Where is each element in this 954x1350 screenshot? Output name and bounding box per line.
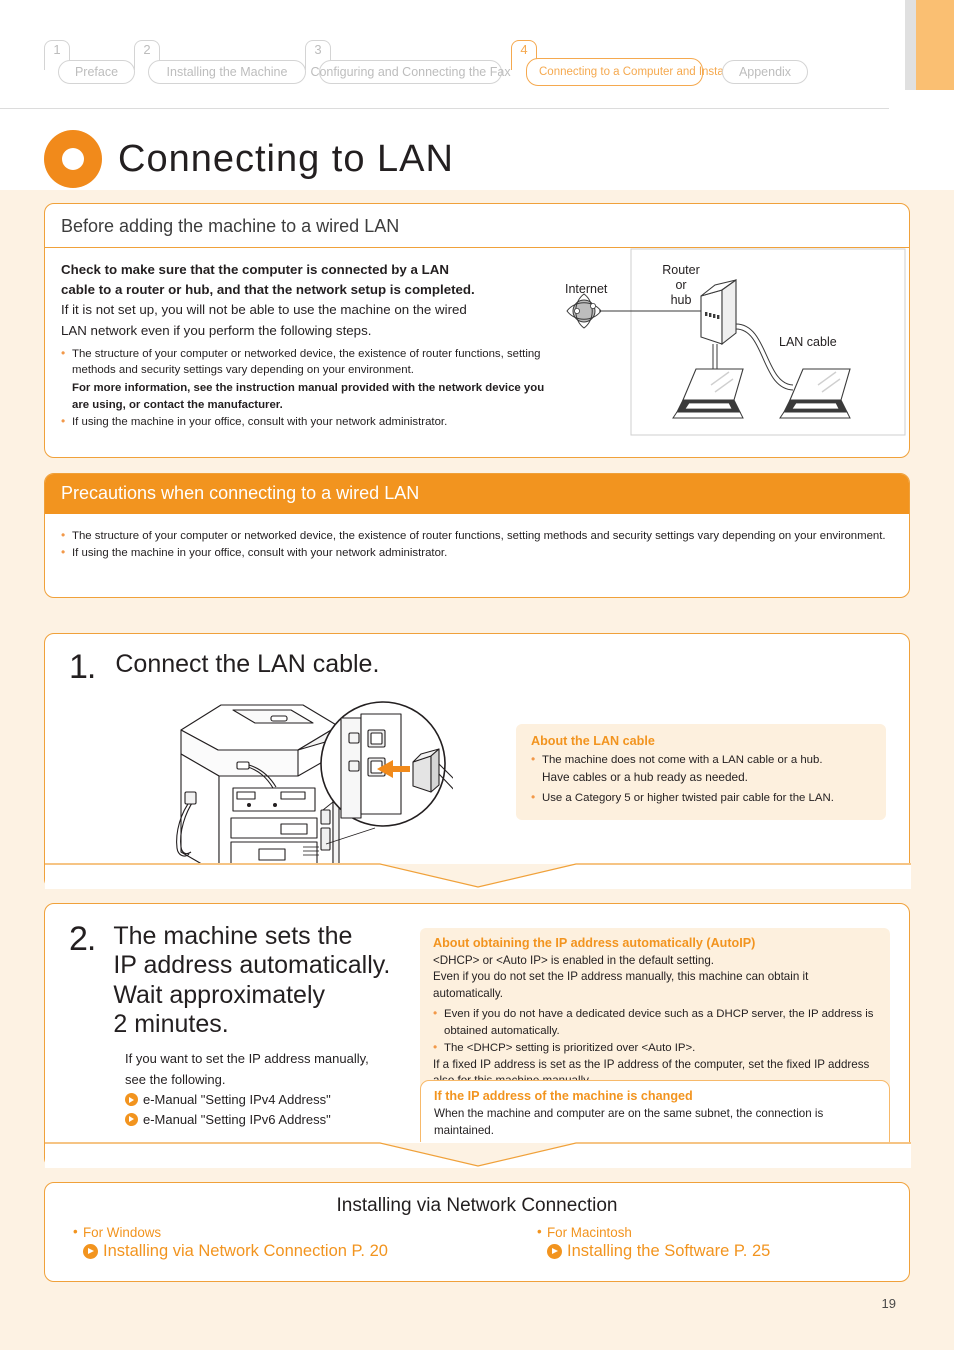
before-adding-panel: Before adding the machine to a wired LAN… (44, 203, 910, 458)
router-label-2: or (675, 278, 686, 292)
before-bullet-1-text: The structure of your computer or networ… (72, 347, 541, 376)
emanual-link-ipv6-label: e-Manual "Setting IPv6 Address" (143, 1111, 331, 1127)
autoip-bullet-1: Even if you do not have a dedicated devi… (433, 1005, 877, 1038)
step-1-panel: 1. Connect the LAN cable. About the LAN … (44, 633, 911, 889)
network-diagram: Router or hub Internet LAN cable (553, 244, 909, 444)
arrow-right-circle-icon (125, 1093, 138, 1107)
install-panel-columns: For Windows Installing via Network Conne… (45, 1224, 909, 1261)
install-col-windows: For Windows Installing via Network Conne… (73, 1224, 477, 1261)
before-lead-norm-2: LAN network even if you perform the foll… (61, 323, 372, 339)
before-bullet-1: The structure of your computer or networ… (61, 345, 561, 413)
arrow-right-circle-icon (547, 1244, 562, 1259)
step-1-header: 1. Connect the LAN cable. (69, 650, 379, 684)
donut-bullet-icon (44, 130, 102, 188)
autoip-line-2: Even if you do not set the IP address ma… (433, 970, 809, 1000)
about-lan-cable-list-2: Use a Category 5 or higher twisted pair … (531, 789, 871, 806)
step-2-title: The machine sets the IP address automati… (113, 922, 390, 1039)
step-2-title-line-2: IP address automatically. (113, 951, 391, 980)
step-1-number: 1. (69, 648, 96, 686)
page-title-row: Connecting to LAN (44, 130, 454, 188)
before-lead-bold-1: Check to make sure that the computer is … (61, 262, 449, 277)
breadcrumb-item-installing-the-machine[interactable]: Installing the Machine (148, 60, 306, 84)
page-number: 19 (881, 1296, 896, 1311)
windows-label: For Windows (73, 1224, 477, 1240)
before-bullet-2: If using the machine in your office, con… (61, 413, 561, 430)
internet-label: Internet (565, 282, 608, 296)
step-2-number: 2. (69, 920, 96, 958)
breadcrumb-item-configuring-fax[interactable]: Configuring and Connecting the Fax (310, 60, 511, 84)
step-2-title-line-1: The machine sets the (113, 922, 353, 950)
precautions-bullet-list: The structure of your computer or networ… (61, 527, 893, 561)
before-lead-bold-2: cable to a router or hub, and that the n… (61, 282, 475, 298)
about-lan-cable-callout: About the LAN cable The machine does not… (516, 724, 886, 820)
step-1-title: Connect the LAN cable. (115, 650, 380, 678)
macintosh-label: For Macintosh (537, 1224, 881, 1240)
windows-install-link-label: Installing via Network Connection P. 20 (103, 1242, 388, 1260)
precautions-bullet-2: If using the machine in your office, con… (61, 544, 893, 561)
breadcrumb: 1 Preface 2 Installing the Machine 3 Con… (0, 40, 954, 109)
macintosh-install-link[interactable]: Installing the Software P. 25 (537, 1242, 881, 1261)
install-panel-heading: Installing via Network Connection (336, 1195, 618, 1216)
arrow-right-circle-icon (125, 1112, 138, 1126)
emanual-link-ipv4[interactable]: e-Manual "Setting IPv4 Address" (125, 1090, 455, 1110)
breadcrumb-item-appendix[interactable]: Appendix (722, 60, 808, 84)
router-label-1: Router (662, 263, 700, 277)
step-2-sub-line-2: see the following. (125, 1072, 226, 1088)
before-bullet-1-bold: For more information, see the instructio… (72, 382, 545, 411)
precautions-body: The structure of your computer or networ… (45, 514, 909, 572)
autoip-bullet-2: The <DHCP> setting is prioritized over <… (433, 1039, 877, 1056)
autoip-line-1: <DHCP> or <Auto IP> is enabled in the de… (433, 954, 715, 967)
about-lan-cable-bullet-1: The machine does not come with a LAN cab… (531, 751, 871, 768)
autoip-callout: About obtaining the IP address automatic… (420, 928, 890, 1100)
precautions-panel: Precautions when connecting to a wired L… (44, 473, 910, 598)
emanual-link-ipv4-label: e-Manual "Setting IPv4 Address" (143, 1092, 331, 1108)
lan-cable-label: LAN cable (779, 335, 837, 349)
emanual-link-ipv6[interactable]: e-Manual "Setting IPv6 Address" (125, 1110, 455, 1130)
ip-changed-title: If the IP address of the machine is chan… (434, 1089, 693, 1103)
before-bullet-list: The structure of your computer or networ… (61, 345, 561, 431)
about-lan-cable-bullet-1-cont: Have cables or a hub ready as needed. (542, 770, 748, 785)
before-adding-body: Check to make sure that the computer is … (45, 248, 909, 441)
arrow-right-circle-icon (83, 1244, 98, 1259)
about-lan-cable-title: About the LAN cable (531, 734, 655, 748)
precautions-bullet-1: The structure of your computer or networ… (61, 527, 893, 544)
step-2-sub-line-1: If you want to set the IP address manual… (125, 1051, 369, 1066)
step-2-title-line-4: 2 minutes. (113, 1009, 229, 1038)
page-title: Connecting to LAN (118, 137, 454, 180)
about-lan-cable-bullet-2: Use a Category 5 or higher twisted pair … (531, 789, 871, 806)
printer-rear-illustration (163, 692, 464, 882)
install-network-panel: Installing via Network Connection For Wi… (44, 1182, 910, 1282)
autoip-callout-title: About obtaining the IP address automatic… (433, 936, 756, 950)
step-2-title-line-3: Wait approximately (113, 980, 326, 1009)
before-adding-heading: Before adding the machine to a wired LAN (45, 204, 909, 248)
install-col-macintosh: For Macintosh Installing the Software P.… (477, 1224, 881, 1261)
autoip-bullet-list: Even if you do not have a dedicated devi… (433, 1005, 877, 1056)
step-2-header: 2. The machine sets the IP address autom… (69, 922, 390, 1039)
before-lead-norm-1: If it is not set up, you will not be abl… (61, 302, 467, 318)
about-lan-cable-list: The machine does not come with a LAN cab… (531, 751, 871, 768)
macintosh-install-link-label: Installing the Software P. 25 (567, 1242, 771, 1260)
breadcrumb-rule (0, 108, 889, 109)
windows-install-link[interactable]: Installing via Network Connection P. 20 (73, 1242, 477, 1261)
ip-changed-line-1: When the machine and computer are on the… (434, 1107, 824, 1137)
breadcrumb-item-preface[interactable]: Preface (58, 60, 135, 84)
breadcrumb-item-connecting-computer[interactable]: Connecting to a Computer and Installing … (526, 58, 803, 86)
ip-changed-callout: If the IP address of the machine is chan… (420, 1080, 890, 1150)
router-label-3: hub (671, 293, 692, 307)
precautions-heading: Precautions when connecting to a wired L… (45, 474, 909, 514)
step-2-subtext: If you want to set the IP address manual… (125, 1048, 455, 1129)
step-2-panel: 2. The machine sets the IP address autom… (44, 903, 911, 1168)
